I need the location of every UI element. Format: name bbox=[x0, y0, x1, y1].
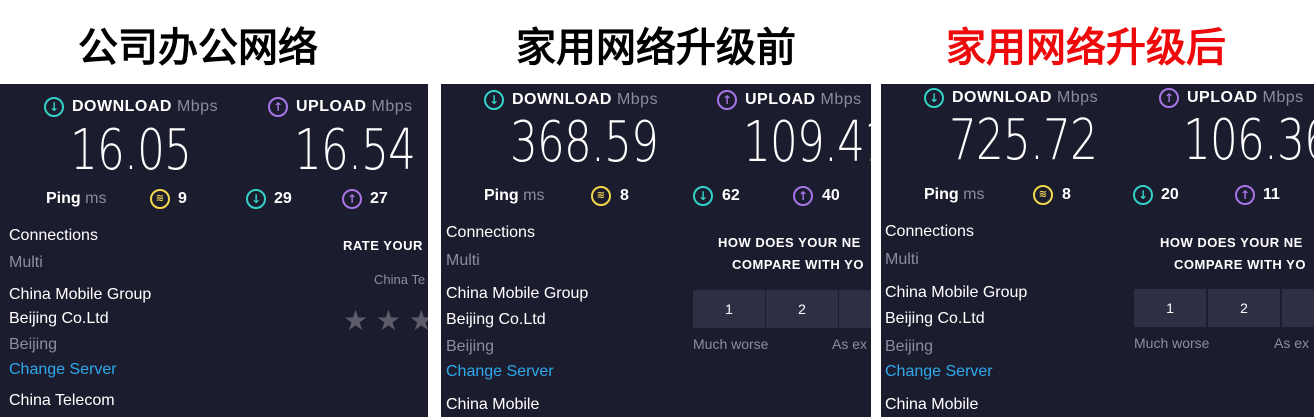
download-label: DOWNLOAD Mbps bbox=[512, 91, 659, 108]
ping-label: Ping ms bbox=[46, 190, 107, 207]
download-label: DOWNLOAD Mbps bbox=[952, 89, 1099, 106]
ping-icon: ≋ bbox=[1033, 185, 1053, 205]
rating-button-1[interactable]: 1 bbox=[1134, 289, 1206, 327]
rating-button-3[interactable] bbox=[839, 290, 871, 328]
download-icon: ↓ bbox=[924, 88, 944, 108]
isp-name-line1: China Mobile Group bbox=[9, 286, 152, 303]
next-server-name[interactable]: China Mobile bbox=[446, 396, 539, 414]
connections-label: Connections bbox=[446, 224, 535, 241]
survey-question-line2: COMPARE WITH YO bbox=[1174, 257, 1306, 272]
upload-latency-icon: ↑ bbox=[793, 186, 813, 206]
server-location: Beijing bbox=[885, 338, 934, 355]
upload-latency-value: 40 bbox=[822, 187, 840, 204]
speedtest-panel-office: ↓ DOWNLOAD Mbps 16.05 ↑ UPLOAD Mbps 16.5… bbox=[0, 84, 428, 417]
upload-latency-value: 11 bbox=[1263, 186, 1280, 203]
survey-question-line1: HOW DOES YOUR NE bbox=[1160, 235, 1303, 250]
rating-label-mid: As ex bbox=[832, 336, 868, 352]
rating-label-low: Much worse bbox=[1134, 335, 1210, 351]
ping-value: 8 bbox=[620, 187, 629, 204]
connections-mode[interactable]: Multi bbox=[9, 254, 43, 272]
download-latency-icon: ↓ bbox=[1133, 185, 1153, 205]
star-rating[interactable]: ★ ★ ★ bbox=[343, 304, 428, 337]
rating-label-low: Much worse bbox=[693, 336, 769, 352]
upload-label: UPLOAD Mbps bbox=[1187, 89, 1304, 106]
change-server-link[interactable]: Change Server bbox=[9, 361, 117, 379]
upload-speed-value: 16.54 bbox=[294, 118, 416, 183]
connections-label: Connections bbox=[9, 227, 98, 244]
upload-label: UPLOAD Mbps bbox=[296, 98, 413, 115]
ping-label: Ping ms bbox=[484, 187, 545, 204]
upload-icon: ↑ bbox=[1159, 88, 1179, 108]
survey-question-line2: COMPARE WITH YO bbox=[732, 257, 864, 272]
rating-button-3[interactable] bbox=[1282, 289, 1314, 327]
upload-icon: ↑ bbox=[268, 97, 288, 117]
download-latency-icon: ↓ bbox=[246, 189, 266, 209]
change-server-link[interactable]: Change Server bbox=[885, 363, 993, 381]
download-icon: ↓ bbox=[484, 90, 504, 110]
server-location: Beijing bbox=[9, 336, 58, 353]
download-latency-value: 62 bbox=[722, 187, 740, 204]
home-before-heading: 家用网络升级前 bbox=[516, 25, 796, 71]
ping-icon: ≋ bbox=[150, 189, 170, 209]
upload-label: UPLOAD Mbps bbox=[745, 91, 862, 108]
download-latency-value: 29 bbox=[274, 190, 292, 207]
isp-name-line2: Beijing Co.Ltd bbox=[885, 310, 985, 327]
upload-icon: ↑ bbox=[717, 90, 737, 110]
connections-mode[interactable]: Multi bbox=[446, 252, 480, 270]
speedtest-panel-home-before: ↓ DOWNLOAD Mbps 368.59 ↑ UPLOAD Mbps 109… bbox=[441, 84, 871, 417]
ping-label: Ping ms bbox=[924, 186, 985, 203]
upload-latency-value: 27 bbox=[370, 190, 388, 207]
home-after-heading: 家用网络升级后 bbox=[946, 25, 1226, 71]
download-icon: ↓ bbox=[44, 97, 64, 117]
next-server-name[interactable]: China Telecom bbox=[9, 392, 115, 410]
rating-label-mid: As ex bbox=[1274, 335, 1310, 351]
rating-button-1[interactable]: 1 bbox=[693, 290, 765, 328]
office-network-heading: 公司办公网络 bbox=[78, 25, 318, 71]
speedtest-panel-home-after: ↓ DOWNLOAD Mbps 725.72 ↑ UPLOAD Mbps 106… bbox=[881, 84, 1314, 417]
download-label: DOWNLOAD Mbps bbox=[72, 98, 219, 115]
upload-latency-icon: ↑ bbox=[1235, 185, 1255, 205]
upload-latency-icon: ↑ bbox=[342, 189, 362, 209]
download-speed-value: 725.72 bbox=[949, 108, 1098, 173]
connections-mode[interactable]: Multi bbox=[885, 251, 919, 269]
survey-question-line1: HOW DOES YOUR NE bbox=[718, 235, 861, 250]
rate-provider-name: China Te bbox=[374, 272, 426, 287]
isp-name-line1: China Mobile Group bbox=[885, 284, 1028, 301]
isp-name-line2: Beijing Co.Ltd bbox=[446, 311, 546, 328]
download-speed-value: 16.05 bbox=[70, 118, 192, 183]
ping-icon: ≋ bbox=[591, 186, 611, 206]
rating-button-2[interactable]: 2 bbox=[766, 290, 838, 328]
upload-speed-value: 106.36 bbox=[1183, 108, 1314, 173]
server-location: Beijing bbox=[446, 338, 495, 355]
connections-label: Connections bbox=[885, 223, 974, 240]
download-speed-value: 368.59 bbox=[510, 110, 659, 175]
change-server-link[interactable]: Change Server bbox=[446, 363, 554, 381]
ping-value: 8 bbox=[1062, 186, 1071, 203]
isp-name-line2: Beijing Co.Ltd bbox=[9, 310, 109, 327]
next-server-name[interactable]: China Mobile bbox=[885, 396, 978, 414]
rate-provider-title: RATE YOUR bbox=[343, 238, 423, 253]
rating-button-2[interactable]: 2 bbox=[1208, 289, 1280, 327]
isp-name-line1: China Mobile Group bbox=[446, 285, 589, 302]
upload-speed-value: 109.41 bbox=[743, 110, 871, 175]
download-latency-value: 20 bbox=[1161, 186, 1179, 203]
download-latency-icon: ↓ bbox=[693, 186, 713, 206]
ping-value: 9 bbox=[178, 190, 187, 207]
